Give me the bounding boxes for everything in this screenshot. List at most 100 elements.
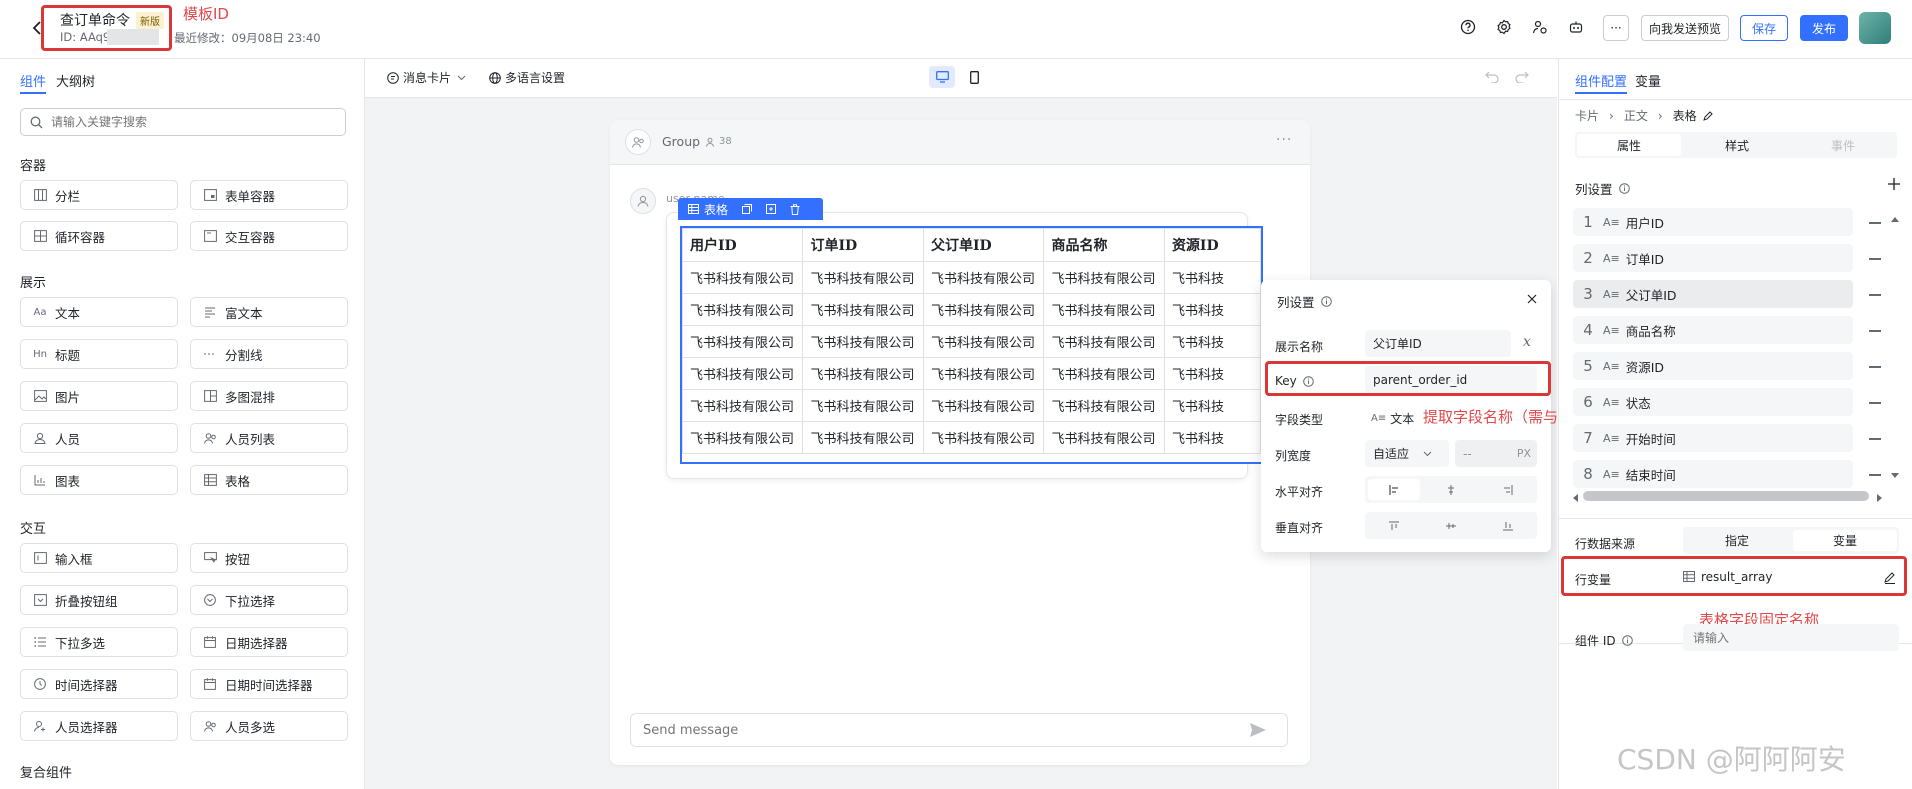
component-id-field[interactable]: [1691, 629, 1885, 646]
comp-dropdown-multi[interactable]: 下拉多选: [20, 627, 178, 657]
copy-icon[interactable]: [742, 204, 753, 214]
field-type-value[interactable]: A≡ 文本: [1371, 410, 1414, 427]
row-source-variable[interactable]: 变量: [1793, 530, 1897, 551]
comp-button[interactable]: 按钮: [190, 543, 348, 573]
table-cell: 飞书科技有限公司: [1043, 261, 1165, 294]
more-options-button[interactable]: ···: [1603, 15, 1629, 41]
valign-middle-button[interactable]: [1425, 515, 1477, 536]
comp-form-container[interactable]: 表单容器: [190, 180, 348, 210]
calendar-icon: [203, 635, 217, 649]
comp-dropdown-select[interactable]: 下拉选择: [190, 585, 348, 615]
halign-left-button[interactable]: [1368, 479, 1420, 500]
send-preview-button[interactable]: 向我发送预览: [1641, 15, 1729, 41]
search-input[interactable]: [49, 114, 333, 130]
subtab-style[interactable]: 样式: [1685, 134, 1789, 156]
column-item[interactable]: 7 A≡ 开始时间: [1573, 424, 1853, 452]
scroll-up-arrow-icon[interactable]: [1891, 217, 1899, 222]
tab-variables[interactable]: 变量: [1635, 71, 1661, 90]
row-source-fixed[interactable]: 指定: [1685, 530, 1789, 551]
send-message-input[interactable]: [641, 721, 1235, 739]
remove-column-icon[interactable]: [1869, 402, 1881, 404]
remove-column-icon[interactable]: [1869, 258, 1881, 260]
scroll-right-arrow-icon[interactable]: [1877, 494, 1882, 502]
column-width-select[interactable]: 自适应: [1365, 440, 1449, 467]
comp-text[interactable]: Aa 文本: [20, 297, 178, 327]
robot-icon[interactable]: [1568, 19, 1584, 35]
annotation-box-key: [1265, 361, 1551, 396]
column-item[interactable]: 5 A≡ 资源ID: [1573, 352, 1853, 380]
comp-divider[interactable]: 分割线: [190, 339, 348, 369]
chat-more-icon[interactable]: ···: [1276, 132, 1292, 148]
column-item[interactable]: 6 A≡ 状态: [1573, 388, 1853, 416]
tab-outline[interactable]: 大纲树: [56, 71, 95, 90]
comp-multi-image[interactable]: 多图混排: [190, 381, 348, 411]
share-users-icon[interactable]: [1532, 19, 1548, 35]
message-card-dropdown[interactable]: 消息卡片: [387, 69, 466, 86]
scroll-left-arrow-icon[interactable]: [1573, 494, 1578, 502]
formula-icon[interactable]: 𝑥: [1523, 334, 1531, 350]
subtab-properties[interactable]: 属性: [1577, 134, 1681, 156]
desktop-view-button[interactable]: [929, 66, 955, 88]
comp-person-multi[interactable]: 人员多选: [190, 711, 348, 741]
comp-columns[interactable]: 分栏: [20, 180, 178, 210]
message-input[interactable]: [630, 713, 1288, 747]
delete-icon[interactable]: [790, 203, 800, 215]
comp-person-picker[interactable]: 人员选择器: [20, 711, 178, 741]
column-item[interactable]: 2 A≡ 订单ID: [1573, 244, 1853, 272]
remove-column-icon[interactable]: [1869, 366, 1881, 368]
comp-datetime-picker[interactable]: 日期时间选择器: [190, 669, 348, 699]
add-column-icon[interactable]: [1888, 178, 1900, 190]
horizontal-scrollbar[interactable]: [1583, 491, 1869, 501]
column-item[interactable]: 1 A≡ 用户ID: [1573, 208, 1853, 236]
tab-components[interactable]: 组件: [20, 71, 46, 90]
comp-collapse-button-group[interactable]: 折叠按钮组: [20, 585, 178, 615]
comp-loop-container[interactable]: 循环容器: [20, 221, 178, 251]
settings-gear-icon[interactable]: [1496, 19, 1512, 35]
halign-right-button[interactable]: [1482, 479, 1534, 500]
remove-column-icon[interactable]: [1869, 474, 1881, 476]
send-icon[interactable]: [1249, 722, 1267, 738]
column-item[interactable]: 8 A≡ 结束时间: [1573, 460, 1853, 488]
comp-person[interactable]: 人员: [20, 423, 178, 453]
display-name-input[interactable]: 父订单ID: [1365, 330, 1511, 357]
column-width-px-input[interactable]: -- PX: [1455, 440, 1537, 467]
mobile-view-button[interactable]: [967, 67, 981, 87]
multilang-settings-button[interactable]: 多语言设置: [489, 69, 565, 86]
scroll-down-arrow-icon[interactable]: [1891, 473, 1899, 478]
remove-column-icon[interactable]: [1869, 294, 1881, 296]
text-icon: Aa: [33, 306, 47, 318]
comp-chart[interactable]: 图表: [20, 465, 178, 495]
valign-top-button[interactable]: [1368, 515, 1420, 536]
search-box[interactable]: [20, 108, 346, 136]
subtab-events[interactable]: 事件: [1791, 134, 1895, 156]
remove-column-icon[interactable]: [1869, 438, 1881, 440]
remove-column-icon[interactable]: [1869, 330, 1881, 332]
halign-center-button[interactable]: [1425, 479, 1477, 500]
comp-heading[interactable]: Hn 标题: [20, 339, 178, 369]
close-icon[interactable]: [1527, 294, 1537, 304]
valign-bottom-button[interactable]: [1482, 515, 1534, 536]
column-item[interactable]: 4 A≡ 商品名称: [1573, 316, 1853, 344]
redo-icon[interactable]: [1515, 71, 1529, 83]
save-button[interactable]: 保存: [1740, 15, 1788, 41]
help-icon[interactable]: [1460, 19, 1476, 35]
comp-table[interactable]: 表格: [190, 465, 348, 495]
edit-icon[interactable]: [1702, 110, 1713, 121]
comp-person-list[interactable]: 人员列表: [190, 423, 348, 453]
comp-rich-text[interactable]: 富文本: [190, 297, 348, 327]
remove-column-icon[interactable]: [1869, 222, 1881, 224]
duplicate-icon[interactable]: [766, 204, 777, 214]
tab-component-config[interactable]: 组件配置: [1575, 71, 1627, 90]
comp-image[interactable]: 图片: [20, 381, 178, 411]
table-component[interactable]: 用户ID 订单ID 父订单ID 商品名称 资源ID 飞书科技有限公司 飞书科技有限…: [680, 226, 1263, 464]
publish-button[interactable]: 发布: [1800, 15, 1848, 41]
column-item-selected[interactable]: 3 A≡ 父订单ID: [1573, 280, 1853, 308]
comp-input[interactable]: 输入框: [20, 543, 178, 573]
user-avatar[interactable]: [1859, 12, 1891, 44]
comp-interactive-container[interactable]: 交互容器: [190, 221, 348, 251]
comp-time-picker[interactable]: 时间选择器: [20, 669, 178, 699]
component-id-input[interactable]: [1683, 624, 1899, 651]
divider: [1559, 99, 1912, 100]
comp-date-picker[interactable]: 日期选择器: [190, 627, 348, 657]
undo-icon[interactable]: [1485, 71, 1499, 83]
